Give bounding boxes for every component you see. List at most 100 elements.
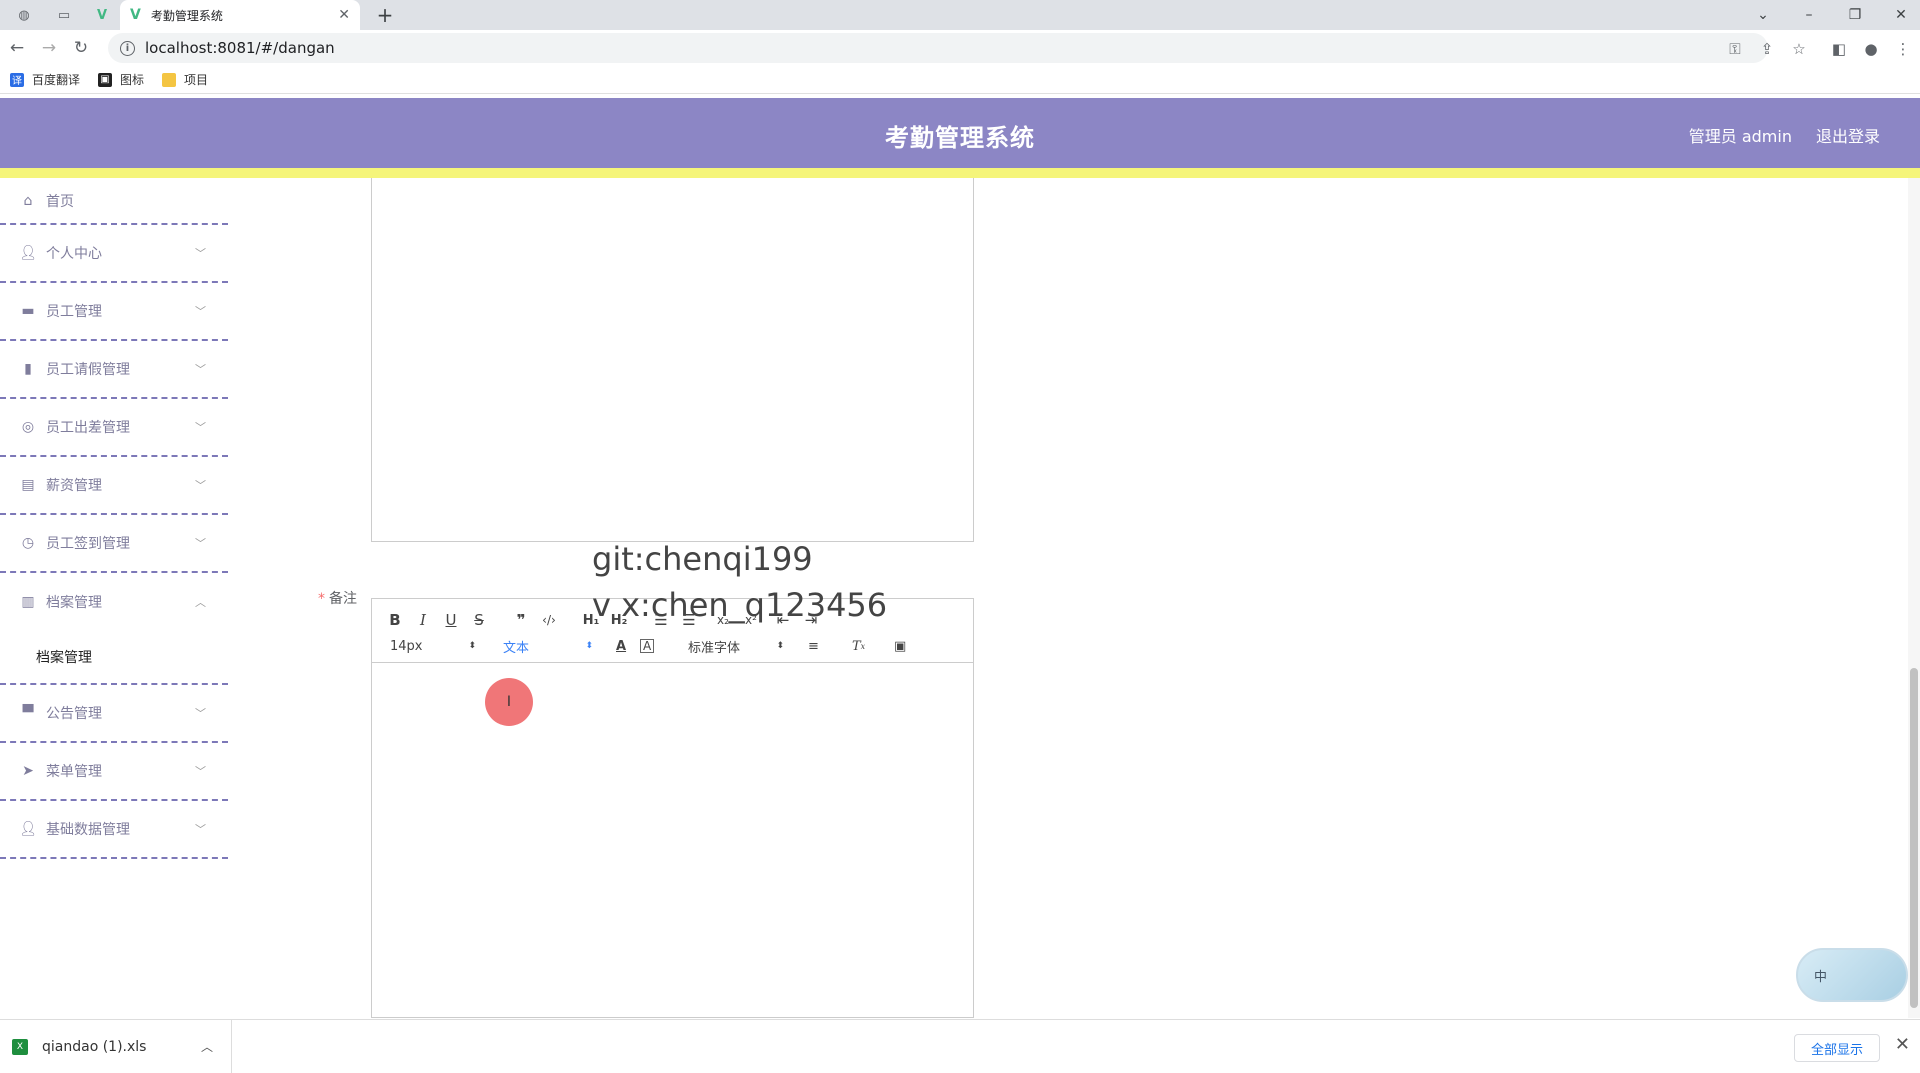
bookmark-baidu-fanyi[interactable]: 译 百度翻译: [10, 71, 80, 88]
user-label: 管理员 admin: [1688, 127, 1792, 146]
menu-dots-icon[interactable]: ⋮: [1892, 38, 1914, 60]
chevron-down-icon: ﹀: [195, 823, 206, 836]
chevron-down-icon: ﹀: [195, 537, 206, 550]
sidebar-subitem-archive[interactable]: 档案管理: [0, 631, 228, 685]
forward-button[interactable]: →: [36, 35, 62, 61]
italic-icon[interactable]: I: [412, 609, 434, 631]
key-icon[interactable]: ⚿: [1724, 38, 1746, 60]
download-item[interactable]: X qiandao (1).xls ︿: [12, 1020, 232, 1073]
underline-icon[interactable]: U: [440, 609, 462, 631]
home-icon: ⌂: [23, 192, 33, 209]
scrollbar-thumb[interactable]: [1910, 668, 1918, 1008]
bookmarks-bar: 译 百度翻译 ▣ 图标 项目: [0, 66, 1920, 94]
font-family-select[interactable]: 标准字体 ⬍: [688, 635, 784, 657]
blockquote-icon[interactable]: ❞: [510, 609, 532, 631]
clock-icon: ◷: [21, 535, 35, 551]
excel-file-icon: X: [12, 1038, 28, 1055]
folder-icon: [162, 72, 177, 87]
minimize-button[interactable]: –: [1786, 0, 1832, 30]
document-icon: ▥: [21, 594, 35, 610]
vue-tab-icon[interactable]: V: [84, 0, 120, 30]
sidebar-item-trip[interactable]: ◎ 员工出差管理 ﹀: [0, 399, 228, 457]
cursor-indicator: I: [485, 678, 533, 726]
info-icon[interactable]: i: [120, 40, 135, 56]
app-title: 考勤管理系统: [885, 124, 1035, 152]
image-icon: ▣: [98, 72, 113, 87]
select-arrow-icon: ⬍: [585, 641, 593, 651]
translate-icon: 译: [10, 72, 24, 87]
select-arrow-icon: ⬍: [468, 641, 476, 651]
chevron-down-icon: ﹀: [195, 247, 206, 260]
reload-button[interactable]: ↻: [68, 35, 94, 61]
chevron-up-icon[interactable]: ︿: [201, 1038, 213, 1055]
chevron-down-icon: ﹀: [195, 305, 206, 318]
code-block-icon[interactable]: ‹/›: [538, 609, 560, 631]
remark-editor: B I U S ❞ ‹/› H₁ H₂ ☰ ☰ x₂ x² ⇤ ⇥ 14px ⬍ …: [371, 598, 974, 1018]
font-size-select[interactable]: 14px ⬍: [390, 635, 476, 657]
share-icon[interactable]: ⇪: [1756, 38, 1778, 60]
back-button[interactable]: ←: [4, 35, 30, 61]
side-panel-icon[interactable]: ◧: [1828, 38, 1850, 60]
app-header: 考勤管理系统 管理员 admin 退出登录: [0, 98, 1920, 168]
tab-search-icon[interactable]: ⌄: [1740, 0, 1786, 30]
page-scrollbar[interactable]: [1908, 178, 1920, 1018]
sidebar-item-menu[interactable]: ➤ 菜单管理 ﹀: [0, 743, 228, 801]
new-tab-button[interactable]: +: [372, 2, 398, 28]
profile-icon[interactable]: ●: [1860, 38, 1882, 60]
chevron-down-icon: ﹀: [195, 421, 206, 434]
logout-link[interactable]: 退出登录: [1816, 123, 1880, 147]
window-close-button[interactable]: ✕: [1878, 0, 1920, 30]
sidebar-item-home[interactable]: ⌂ 首页: [0, 178, 228, 225]
blank-tab-icon[interactable]: ▭: [46, 0, 82, 30]
download-bar: X qiandao (1).xls ︿ 全部显示 ✕: [0, 1019, 1920, 1073]
user-icon: 👤︎: [19, 821, 37, 837]
sidebar-item-checkin[interactable]: ◷ 员工签到管理 ﹀: [0, 515, 228, 573]
user-icon: 👤︎: [19, 245, 37, 261]
send-icon: ➤: [22, 763, 34, 779]
sidebar-item-archive[interactable]: ▥ 档案管理 ︿: [0, 573, 228, 631]
background-color-icon[interactable]: A: [640, 639, 655, 653]
clear-format-icon[interactable]: Tx: [852, 635, 865, 657]
sidebar-item-personal[interactable]: 👤︎ 个人中心 ﹀: [0, 225, 228, 283]
browser-tab-bar: ◍ ▭ V V 考勤管理系统 ✕ + ⌄ – ❐ ✕: [0, 0, 1920, 30]
globe-icon[interactable]: ◍: [6, 0, 42, 30]
star-icon[interactable]: ☆: [1788, 38, 1810, 60]
bookmark-tubiao[interactable]: ▣ 图标: [98, 71, 144, 88]
watermark-line1: git:chenqi199: [592, 540, 813, 578]
sidebar-item-leave[interactable]: ▮ 员工请假管理 ﹀: [0, 341, 228, 399]
sidebar-item-notice[interactable]: ▀ 公告管理 ﹀: [0, 685, 228, 743]
url-text[interactable]: localhost:8081/#/dangan: [145, 39, 335, 57]
sidebar-item-staff[interactable]: ▬ 员工管理 ﹀: [0, 283, 228, 341]
close-icon[interactable]: ✕: [338, 7, 350, 23]
show-all-button[interactable]: 全部显示: [1793, 1034, 1880, 1062]
bookmark-xiangmu[interactable]: 项目: [162, 71, 208, 88]
active-tab[interactable]: V 考勤管理系统 ✕: [120, 0, 360, 30]
monitor-icon: ▀: [22, 705, 34, 721]
text-cursor-icon: I: [506, 694, 512, 710]
ime-widget[interactable]: 中: [1796, 948, 1908, 1002]
bar-chart-icon: ▮: [24, 361, 32, 377]
close-icon[interactable]: ✕: [1895, 1034, 1910, 1055]
chevron-down-icon: ﹀: [195, 765, 206, 778]
header-accent-strip: [0, 168, 1920, 178]
header-select[interactable]: 文本 ⬍: [503, 635, 593, 657]
tab-title: 考勤管理系统: [150, 8, 223, 23]
image-insert-icon[interactable]: ▣: [894, 635, 906, 657]
restore-button[interactable]: ❐: [1832, 0, 1878, 30]
watermark-line2: v x:chen_q123456: [592, 586, 888, 624]
bold-icon[interactable]: B: [384, 609, 406, 631]
sidebar: ⌂ 首页 👤︎ 个人中心 ﹀ ▬ 员工管理 ﹀ ▮ 员工请假管理 ﹀ ◎ 员工出…: [0, 178, 228, 1018]
url-bar[interactable]: i localhost:8081/#/dangan: [108, 33, 1768, 63]
strike-icon[interactable]: S: [468, 609, 490, 631]
chevron-down-icon: ﹀: [195, 363, 206, 376]
chevron-up-icon: ︿: [195, 596, 206, 609]
chevron-down-icon: ﹀: [195, 707, 206, 720]
sidebar-item-basedata[interactable]: 👤︎ 基础数据管理 ﹀: [0, 801, 228, 859]
sidebar-item-salary[interactable]: ▤ 薪资管理 ﹀: [0, 457, 228, 515]
font-color-icon[interactable]: A: [616, 635, 626, 657]
chevron-down-icon: ﹀: [195, 479, 206, 492]
editor-content-upper[interactable]: [371, 178, 974, 542]
align-icon[interactable]: ≡: [808, 635, 819, 657]
address-toolbar: ← → ↻ i localhost:8081/#/dangan ⚿ ⇪ ☆ ◧ …: [0, 30, 1920, 66]
suitcase-icon: ▤: [21, 477, 35, 493]
